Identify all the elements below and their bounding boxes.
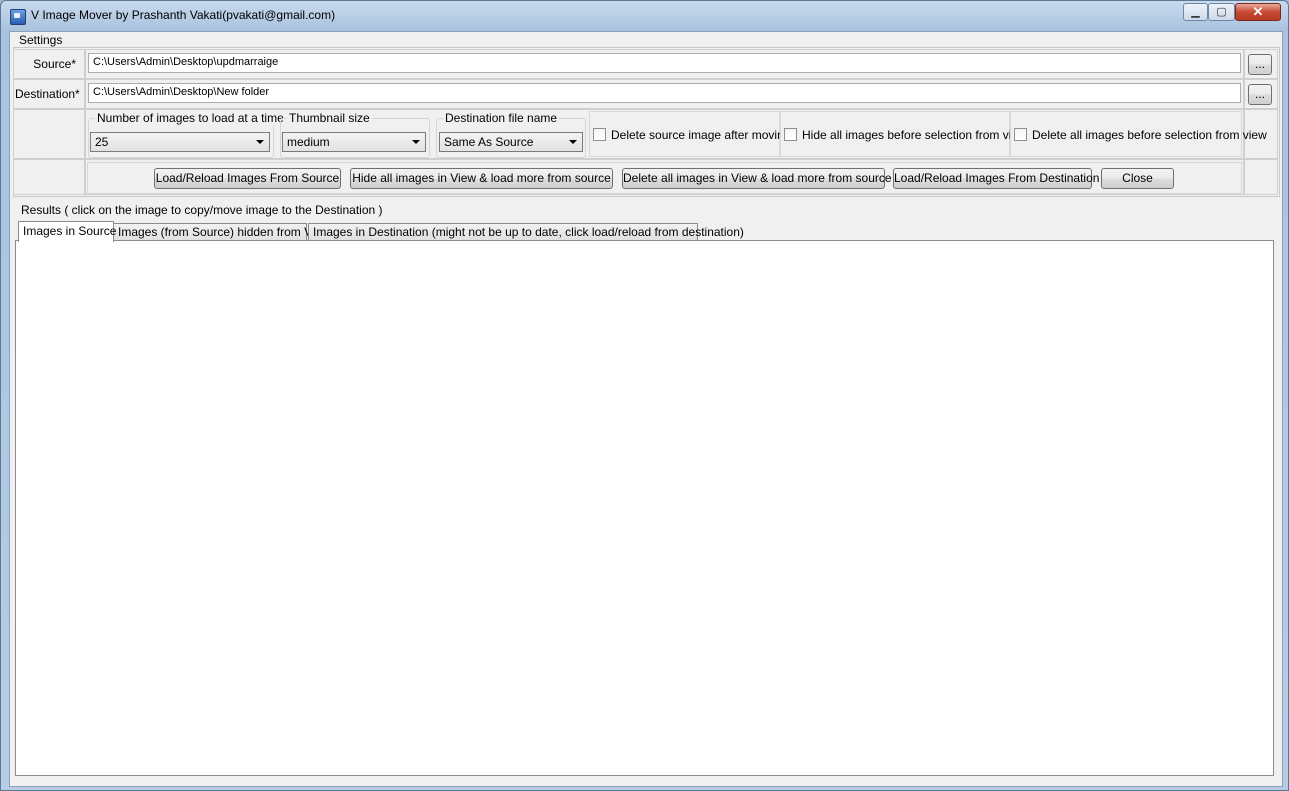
load-source-button[interactable]: Load/Reload Images From Source [154,168,341,189]
tab-images-in-destination[interactable]: Images in Destination (might not be up t… [308,223,744,241]
dest-file-name-value: Same As Source [444,135,534,149]
dest-file-name-select[interactable]: Same As Source [439,132,583,152]
thumbnail-size-select[interactable]: medium [282,132,426,152]
settings-group-label: Settings [18,33,64,47]
source-browse-button[interactable]: ... [1248,54,1272,75]
options-blank-cell [13,109,85,159]
client-area: Settings Source* C:\Users\Admin\Desktop\… [9,31,1283,787]
close-button[interactable]: Close [1101,168,1174,189]
actions-right-cell [1244,159,1278,195]
delete-before-label: Delete all images before selection from … [1032,128,1267,142]
title-bar[interactable]: V Image Mover by Prashanth Vakati(pvakat… [1,1,1288,31]
hide-before-checkbox[interactable] [784,128,797,141]
num-images-caption: Number of images to load at a time [95,111,286,125]
minimize-button[interactable]: ▁ [1183,3,1208,21]
delete-source-label: Delete source image after moving [611,128,791,142]
window-title: V Image Mover by Prashanth Vakati(pvakat… [31,8,336,22]
app-window: V Image Mover by Prashanth Vakati(pvakat… [0,0,1289,791]
hide-all-button[interactable]: Hide all images in View & load more from… [350,168,613,189]
tab-images-hidden[interactable]: Images (from Source) hidden from View [113,223,330,241]
delete-all-button[interactable]: Delete all images in View & load more fr… [622,168,892,189]
load-destination-button[interactable]: Load/Reload Images From Destination [893,168,1099,189]
thumbnail-size-caption: Thumbnail size [287,111,372,125]
num-images-select[interactable]: 25 [90,132,270,152]
close-window-button[interactable]: ✕ [1235,3,1281,21]
source-input[interactable]: C:\Users\Admin\Desktop\updmarraige [88,53,1241,73]
app-icon [10,9,26,25]
destination-browse-button[interactable]: ... [1248,84,1272,105]
results-group-label: Results ( click on the image to copy/mov… [20,203,384,217]
results-panel[interactable] [15,240,1274,776]
chevron-down-icon [256,140,264,144]
chevron-down-icon [569,140,577,144]
maximize-button[interactable]: ▢ [1208,3,1235,21]
hide-before-label: Hide all images before selection from vi… [802,128,1027,142]
destination-label: Destination* [15,87,80,101]
delete-source-checkbox[interactable] [593,128,606,141]
num-images-value: 25 [95,135,109,149]
dest-file-name-caption: Destination file name [443,111,560,125]
chevron-down-icon [412,140,420,144]
destination-input[interactable]: C:\Users\Admin\Desktop\New folder [88,83,1241,103]
source-label: Source* [33,57,76,71]
tab-images-in-source[interactable]: Images in Source [18,221,116,242]
actions-blank-cell [13,159,85,195]
thumbnail-size-value: medium [287,135,330,149]
delete-before-checkbox[interactable] [1014,128,1027,141]
